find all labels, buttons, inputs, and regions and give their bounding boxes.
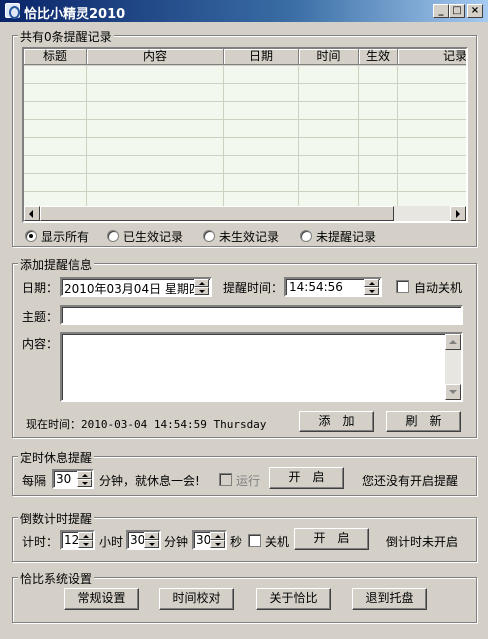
- hours-down-icon[interactable]: [78, 540, 93, 548]
- timer-label: 计时：: [22, 535, 59, 549]
- subject-label: 主题：: [22, 310, 59, 324]
- subject-input[interactable]: [60, 305, 463, 325]
- filter-active-label[interactable]: 已生效记录: [123, 228, 183, 245]
- current-time-text: 现在时间：2010-03-04 14:54:59 Thursday: [26, 418, 267, 431]
- seconds-up-icon[interactable]: [210, 532, 225, 540]
- time-up-icon[interactable]: [364, 279, 379, 287]
- rest-message: 分钟，就休息一会!: [99, 474, 200, 488]
- remind-time-value: 14:54:56: [289, 280, 343, 294]
- filter-unreminded-label[interactable]: 未提醒记录: [316, 228, 376, 245]
- countdown-start-button[interactable]: 开 启: [294, 528, 369, 550]
- content-textarea[interactable]: [60, 332, 463, 402]
- minutes-value: 30: [130, 533, 146, 547]
- refresh-button[interactable]: 刷 新: [386, 411, 461, 432]
- minutes-spinner[interactable]: [144, 532, 159, 548]
- scroll-up-icon[interactable]: [445, 334, 461, 350]
- seconds-spinner[interactable]: [210, 532, 225, 548]
- minimize-button[interactable]: _: [433, 4, 449, 18]
- settings-group-title: 恰比系统设置: [18, 570, 95, 587]
- general-settings-button[interactable]: 常规设置: [64, 588, 139, 610]
- table-header: 标题 内容 日期 时间 生效 记录: [24, 49, 466, 66]
- column-header-time[interactable]: 时间: [299, 49, 359, 65]
- minutes-up-icon[interactable]: [144, 532, 159, 540]
- column-header-record[interactable]: 记录: [398, 49, 466, 65]
- remind-time-label: 提醒时间：: [223, 281, 284, 295]
- rest-minutes-value: 30: [56, 472, 72, 486]
- countdown-group-title: 倒数计时提醒: [18, 510, 95, 527]
- app-icon: [5, 3, 20, 19]
- column-header-date[interactable]: 日期: [224, 49, 299, 65]
- hours-up-icon[interactable]: [78, 532, 93, 540]
- date-label: 日期：: [22, 281, 59, 295]
- rest-start-button[interactable]: 开 启: [269, 467, 344, 489]
- column-header-content[interactable]: 内容: [87, 49, 224, 65]
- window-title: 恰比小精灵2010: [24, 7, 126, 22]
- time-down-icon[interactable]: [364, 287, 379, 295]
- run-label[interactable]: 运行: [236, 472, 260, 489]
- shutdown-checkbox[interactable]: [248, 534, 261, 547]
- date-up-icon[interactable]: [194, 279, 209, 287]
- hours-label: 小时: [99, 535, 124, 549]
- scroll-thumb[interactable]: [40, 206, 394, 221]
- title-bar[interactable]: 恰比小精灵2010 _ □ ×: [0, 0, 488, 22]
- content-vertical-scrollbar[interactable]: [445, 334, 461, 400]
- add-reminder-group-title: 添加提醒信息: [18, 256, 95, 273]
- column-header-active[interactable]: 生效: [359, 49, 398, 65]
- rest-minutes-spinner[interactable]: [77, 471, 92, 487]
- time-calibrate-button[interactable]: 时间校对: [159, 588, 234, 610]
- auto-shutdown-label[interactable]: 自动关机: [414, 279, 462, 296]
- about-button[interactable]: 关于恰比: [256, 588, 331, 610]
- minutes-label: 分钟: [164, 535, 189, 549]
- seconds-down-icon[interactable]: [210, 540, 225, 548]
- records-group-title: 共有0条提醒记录: [18, 28, 114, 45]
- records-table[interactable]: 标题 内容 日期 时间 生效 记录: [22, 47, 468, 223]
- hours-value: 12: [64, 533, 80, 547]
- add-button[interactable]: 添 加: [299, 411, 374, 432]
- horizontal-scrollbar[interactable]: [24, 206, 466, 221]
- auto-shutdown-checkbox[interactable]: [396, 280, 409, 293]
- run-checkbox[interactable]: [219, 473, 232, 486]
- close-button[interactable]: ×: [467, 4, 483, 18]
- filter-active-radio[interactable]: [107, 230, 119, 242]
- filter-all-radio[interactable]: [25, 230, 37, 242]
- column-header-title[interactable]: 标题: [24, 49, 87, 65]
- scroll-down-icon[interactable]: [445, 384, 461, 400]
- date-value: 2010年03月04日 星期四: [64, 282, 201, 296]
- rest-reminder-group-title: 定时休息提醒: [18, 449, 95, 466]
- content-label: 内容：: [22, 337, 59, 351]
- filter-inactive-label[interactable]: 未生效记录: [219, 228, 279, 245]
- remind-time-spinner[interactable]: [364, 279, 379, 295]
- rest-up-icon[interactable]: [77, 471, 92, 479]
- date-picker[interactable]: 2010年03月04日 星期四: [60, 277, 212, 297]
- filter-unreminded-radio[interactable]: [300, 230, 312, 242]
- date-down-icon[interactable]: [194, 287, 209, 295]
- hours-spinner[interactable]: [78, 532, 93, 548]
- countdown-status: 倒计时未开启: [386, 535, 459, 549]
- every-label: 每隔: [22, 474, 47, 488]
- date-spinner[interactable]: [194, 279, 209, 295]
- scroll-right-icon[interactable]: [450, 206, 466, 221]
- rest-down-icon[interactable]: [77, 479, 92, 487]
- scroll-left-icon[interactable]: [24, 206, 40, 221]
- minutes-down-icon[interactable]: [144, 540, 159, 548]
- filter-all-label[interactable]: 显示所有: [41, 228, 89, 245]
- table-body[interactable]: [24, 66, 466, 206]
- rest-status: 您还没有开启提醒: [362, 474, 459, 488]
- filter-inactive-radio[interactable]: [203, 230, 215, 242]
- seconds-label: 秒: [230, 535, 243, 549]
- maximize-button[interactable]: □: [449, 4, 465, 18]
- seconds-value: 30: [196, 533, 212, 547]
- shutdown-label[interactable]: 关机: [265, 533, 289, 550]
- minimize-to-tray-button[interactable]: 退到托盘: [352, 588, 427, 610]
